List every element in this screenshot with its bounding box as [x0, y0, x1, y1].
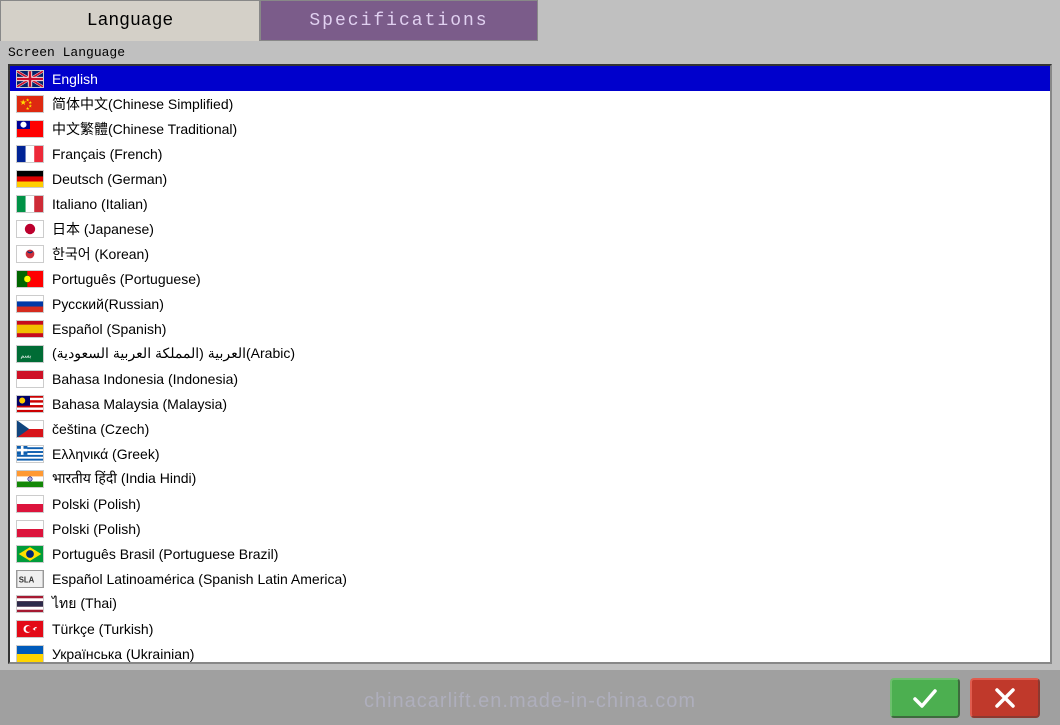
language-name: Bahasa Malaysia (Malaysia) [52, 396, 227, 412]
flag-icon [16, 195, 44, 213]
list-item[interactable]: Polski (Polish) [10, 516, 1050, 541]
language-name: Українська (Ukrainian) [52, 646, 194, 662]
language-name: Italiano (Italian) [52, 196, 148, 212]
list-item[interactable]: भारतीय हिंदी (India Hindi) [10, 466, 1050, 491]
tab-language-label: Language [87, 11, 173, 31]
flag-icon [16, 620, 44, 638]
list-item[interactable]: Français (French) [10, 141, 1050, 166]
list-item[interactable]: SLA Español Latinoamérica (Spanish Latin … [10, 566, 1050, 591]
language-name: भारतीय हिंदी (India Hindi) [52, 469, 196, 488]
list-item[interactable]: Italiano (Italian) [10, 191, 1050, 216]
bottom-bar: chinacarlift.en.made-in-china.com [0, 670, 1060, 725]
language-name: Ελληνικά (Greek) [52, 446, 160, 462]
tab-specifications[interactable]: Specifications [260, 0, 538, 41]
language-name: Polski (Polish) [52, 521, 141, 537]
flag-icon [16, 245, 44, 263]
language-name: Español Latinoamérica (Spanish Latin Ame… [52, 571, 347, 587]
list-item[interactable]: Español (Spanish) [10, 316, 1050, 341]
flag-icon [16, 370, 44, 388]
flag-icon [16, 145, 44, 163]
svg-text:★: ★ [26, 106, 30, 111]
flag-icon: SLA [16, 570, 44, 588]
language-name: Português (Portuguese) [52, 271, 201, 287]
language-name: Español (Spanish) [52, 321, 166, 337]
tab-specifications-label: Specifications [309, 11, 488, 31]
svg-text:بسم: بسم [20, 353, 31, 359]
flag-icon [16, 220, 44, 238]
language-name: Русский(Russian) [52, 296, 164, 312]
language-name: العربية (المملكة العربية السعودية)(Arabi… [52, 345, 295, 362]
language-name: 한국어 (Korean) [52, 244, 149, 264]
language-name: ไทย (Thai) [52, 593, 117, 615]
language-name: 简体中文(Chinese Simplified) [52, 94, 233, 114]
language-name: 日本 (Japanese) [52, 219, 154, 239]
language-name: čeština (Czech) [52, 421, 149, 437]
list-item[interactable]: Deutsch (German) [10, 166, 1050, 191]
tab-bar: Language Specifications [0, 0, 1060, 41]
screen-language-label: Screen Language [0, 41, 1060, 64]
flag-icon [16, 645, 44, 663]
flag-icon [16, 495, 44, 513]
flag-icon [16, 470, 44, 488]
list-item[interactable]: čeština (Czech) [10, 416, 1050, 441]
flag-icon [16, 170, 44, 188]
flag-icon: بسم [16, 345, 44, 363]
svg-text:SLA: SLA [19, 575, 35, 584]
list-item[interactable]: Português Brasil (Portuguese Brazil) [10, 541, 1050, 566]
cancel-button[interactable] [970, 678, 1040, 718]
language-name: English [52, 71, 98, 87]
language-name: Deutsch (German) [52, 171, 167, 187]
list-item[interactable]: Português (Portuguese) [10, 266, 1050, 291]
list-item[interactable]: Українська (Ukrainian) [10, 641, 1050, 664]
flag-icon [16, 445, 44, 463]
language-name: Türkçe (Turkish) [52, 621, 153, 637]
flag-icon [16, 420, 44, 438]
flag-icon [16, 545, 44, 563]
list-item[interactable]: ไทย (Thai) [10, 591, 1050, 616]
flag-icon [16, 295, 44, 313]
list-item[interactable]: 日本 (Japanese) [10, 216, 1050, 241]
flag-icon [16, 520, 44, 538]
list-item[interactable]: Bahasa Indonesia (Indonesia) [10, 366, 1050, 391]
tab-language[interactable]: Language [0, 0, 260, 41]
list-item[interactable]: Türkçe (Turkish) [10, 616, 1050, 641]
list-item[interactable]: English [10, 66, 1050, 91]
language-name: Français (French) [52, 146, 162, 162]
list-item[interactable]: 中文繁體(Chinese Traditional) [10, 116, 1050, 141]
flag-icon: ★★★★★ [16, 95, 44, 113]
flag-icon [16, 120, 44, 138]
list-item[interactable]: Ελληνικά (Greek) [10, 441, 1050, 466]
language-list[interactable]: English ★★★★★ 简体中文(Chinese Simplified) 中文繁體… [8, 64, 1052, 664]
list-item[interactable]: بسم العربية (المملكة العربية السعودية)(Ar… [10, 341, 1050, 366]
ok-button[interactable] [890, 678, 960, 718]
flag-icon [16, 395, 44, 413]
list-item[interactable]: ★★★★★ 简体中文(Chinese Simplified) [10, 91, 1050, 116]
language-name: Bahasa Indonesia (Indonesia) [52, 371, 238, 387]
language-name: 中文繁體(Chinese Traditional) [52, 119, 237, 139]
list-item[interactable]: 한국어 (Korean) [10, 241, 1050, 266]
flag-icon [16, 70, 44, 88]
list-item[interactable]: Polski (Polish) [10, 491, 1050, 516]
language-name: Polski (Polish) [52, 496, 141, 512]
flag-icon [16, 320, 44, 338]
flag-icon [16, 595, 44, 613]
list-item[interactable]: Bahasa Malaysia (Malaysia) [10, 391, 1050, 416]
language-name: Português Brasil (Portuguese Brazil) [52, 546, 278, 562]
flag-icon [16, 270, 44, 288]
list-item[interactable]: Русский(Russian) [10, 291, 1050, 316]
